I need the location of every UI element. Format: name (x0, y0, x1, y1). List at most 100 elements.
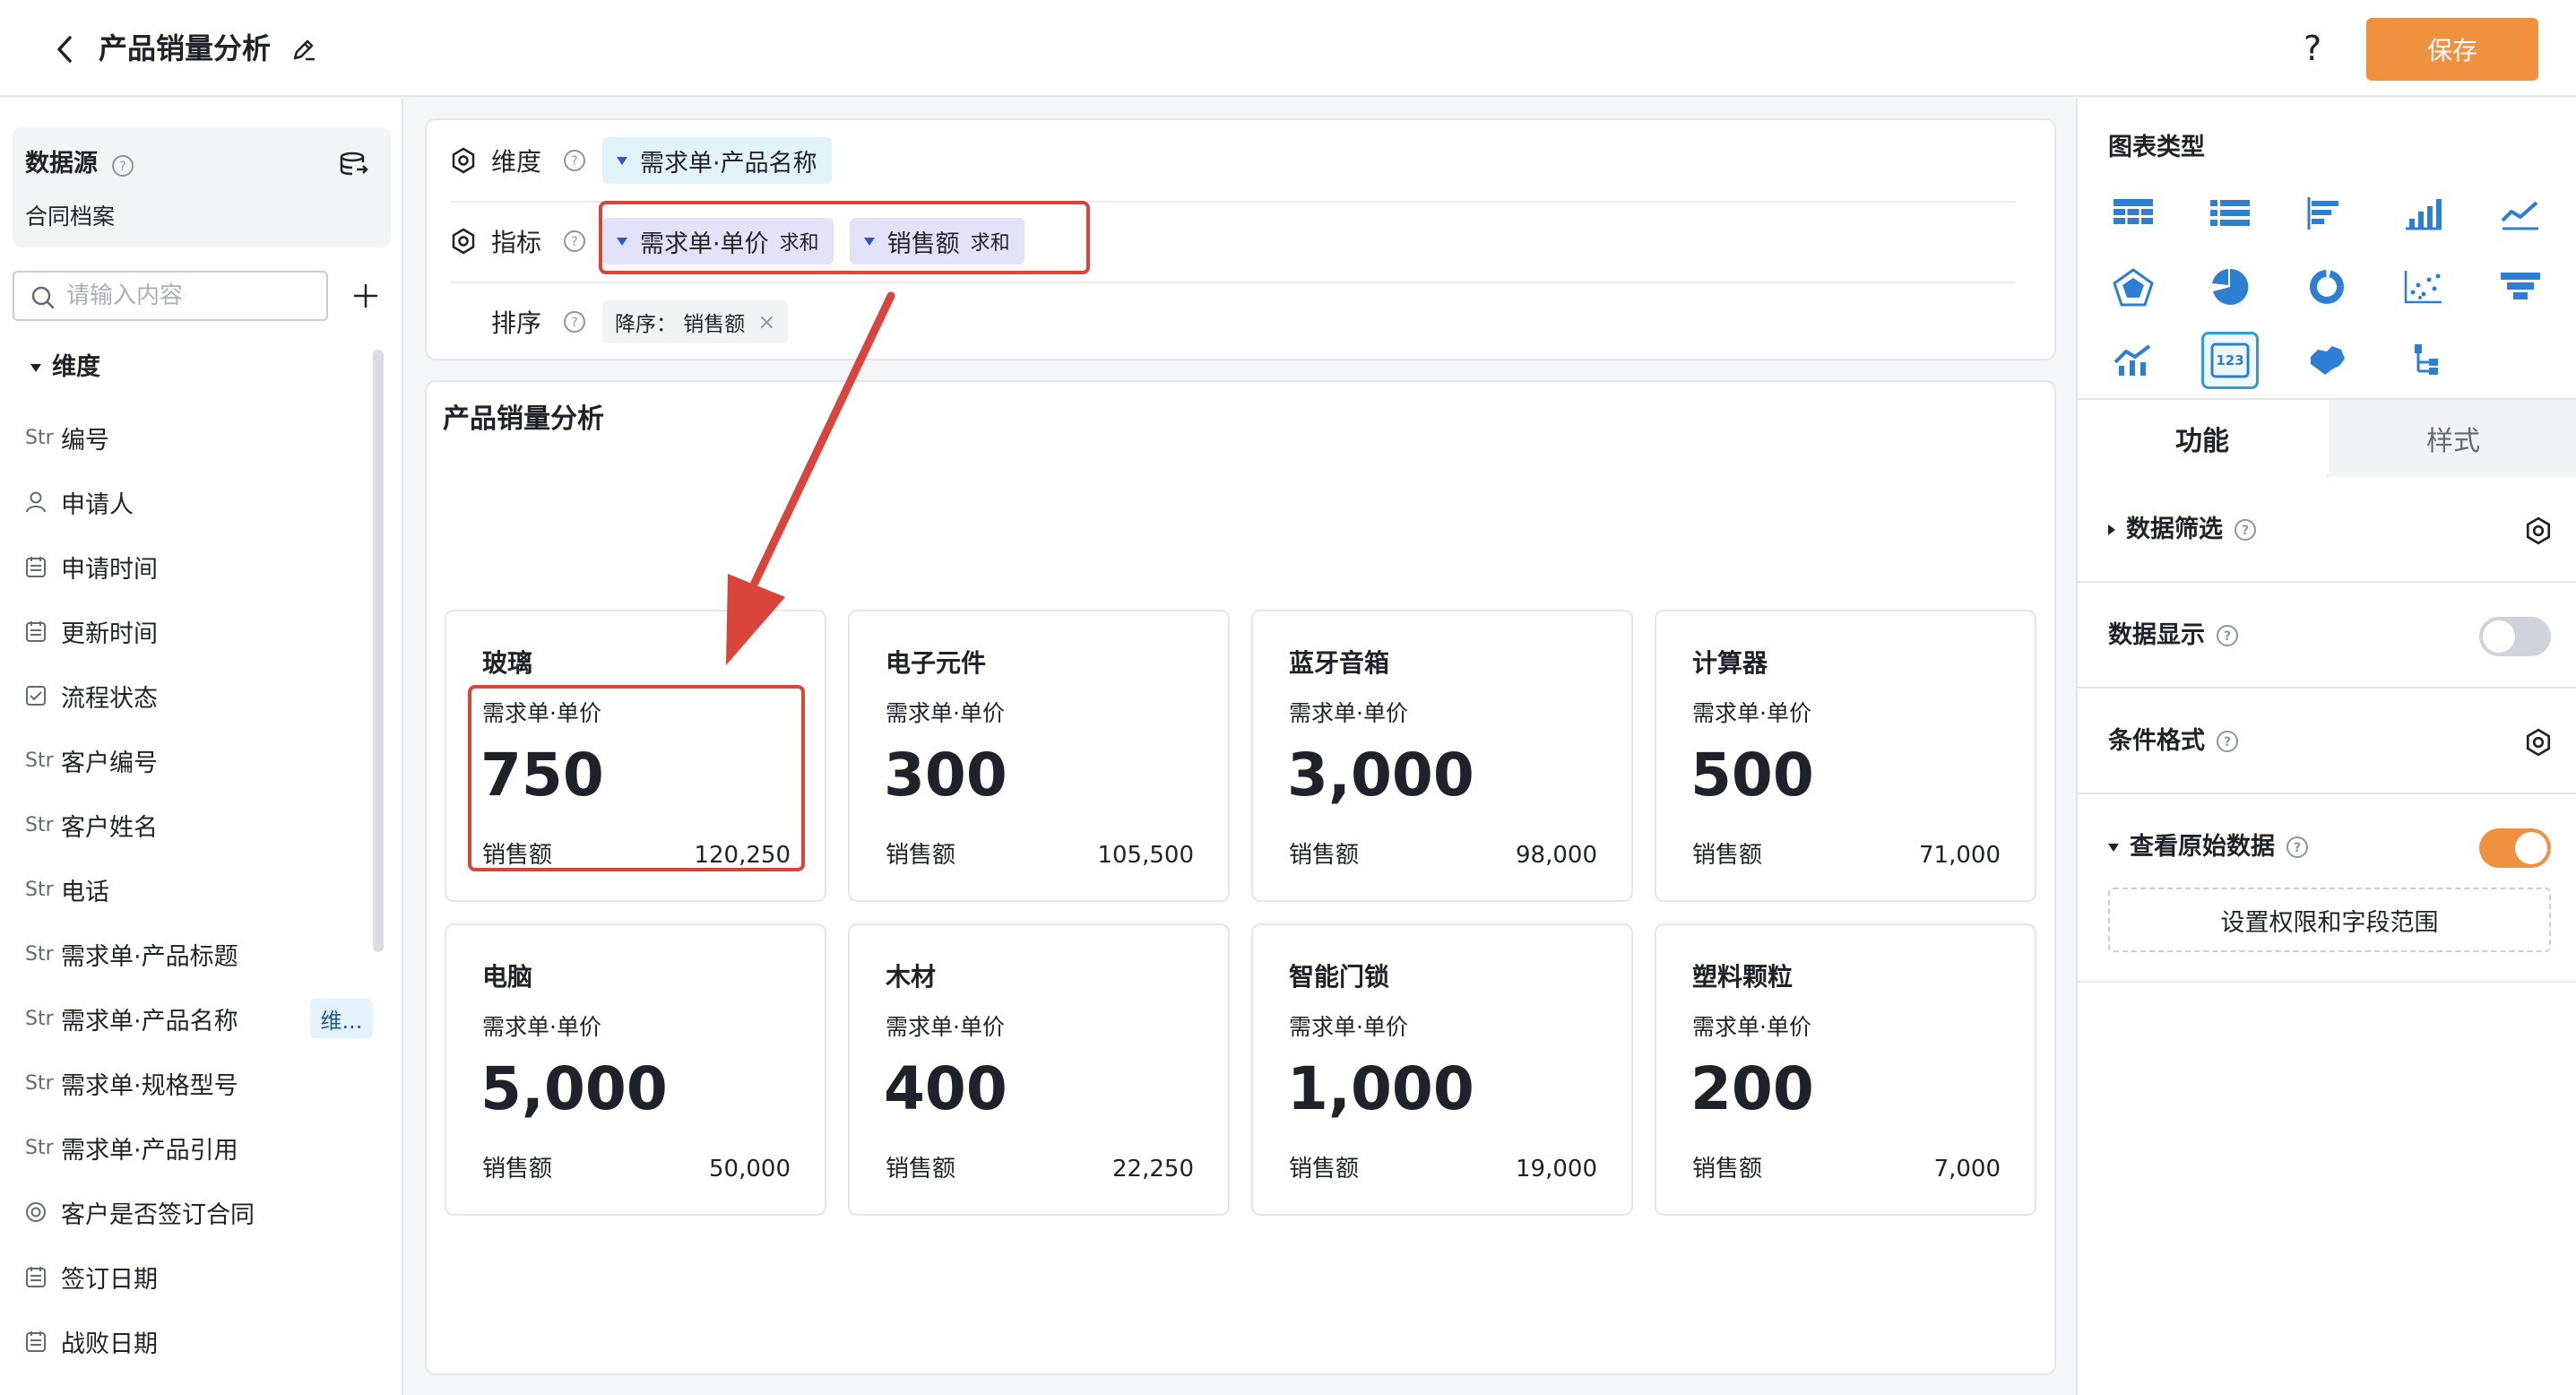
svg-text:?: ? (2294, 841, 2301, 855)
kpi-value: 3,000 (1287, 741, 1474, 810)
table-icon[interactable] (2105, 185, 2162, 242)
kpi-value: 400 (884, 1054, 1007, 1123)
dropdown-caret-icon (617, 237, 627, 246)
svg-text:?: ? (2224, 629, 2231, 644)
pie-icon[interactable] (2201, 258, 2259, 316)
sort-pill[interactable]: 降序： 销售额 × (602, 300, 789, 343)
kpi-secondary-label: 销售额 (482, 1156, 553, 1183)
data-display-label-wrap: 数据显示 ? (2108, 619, 2239, 653)
donut-icon[interactable] (2298, 258, 2356, 316)
setting-conditional-format[interactable]: 条件格式 ? (2078, 689, 2576, 794)
database-switch-icon[interactable] (339, 151, 369, 178)
sort-label: 排序 (491, 308, 542, 338)
field-label: 客户编号 (61, 749, 158, 777)
tab-style[interactable]: 样式 (2329, 400, 2576, 477)
help-circle-icon[interactable]: ? (111, 154, 134, 178)
field-item[interactable]: 流程状态 (25, 663, 366, 728)
datasource-box[interactable]: 数据源 ? 合同档案 (13, 127, 391, 247)
kpi-metric-label: 需求单·单价 (482, 700, 601, 726)
funnel-icon[interactable] (2492, 258, 2549, 316)
help-circle-icon[interactable]: ? (563, 230, 586, 253)
data-display-label: 数据显示 (2108, 621, 2205, 649)
field-item[interactable]: Str 电话 (25, 857, 366, 922)
search-input[interactable] (66, 280, 317, 312)
svg-text:?: ? (571, 154, 577, 169)
kpi-card-name: 电子元件 (886, 648, 987, 678)
field-item[interactable]: Str 客户编号 (25, 728, 366, 793)
field-item[interactable]: Str 需求单·规格型号 (25, 1051, 366, 1115)
help-icon[interactable]: ? (2304, 29, 2321, 68)
metric-pill-sales[interactable]: 销售额 求和 (849, 218, 1024, 264)
line-chart-icon[interactable] (2492, 185, 2549, 242)
svg-text:?: ? (119, 160, 125, 174)
field-list-scrollbar[interactable] (373, 350, 384, 952)
field-item[interactable]: Str 需求单·产品引用 (25, 1115, 366, 1180)
add-field-icon[interactable] (351, 282, 380, 310)
help-circle-icon[interactable]: ? (2216, 730, 2239, 753)
field-item[interactable]: 申请人 (25, 470, 366, 534)
combo-chart-icon[interactable] (2105, 332, 2162, 389)
kpi-card-name: 蓝牙音箱 (1289, 648, 1390, 678)
map-icon[interactable] (2298, 332, 2356, 389)
kpi-card[interactable]: 木材 需求单·单价 400 销售额 22,250 (848, 923, 1230, 1216)
kpi-card[interactable]: 智能门锁 需求单·单价 1,000 销售额 19,000 (1251, 923, 1633, 1216)
sort-pill-label: 降序： 销售额 (615, 313, 746, 336)
kpi-card[interactable]: 计算器 需求单·单价 500 销售额 71,000 (1655, 610, 2036, 902)
kpi-card[interactable]: 蓝牙音箱 需求单·单价 3,000 销售额 98,000 (1251, 610, 1633, 902)
kpi-card-icon[interactable]: 123 (2201, 332, 2259, 389)
help-circle-icon[interactable]: ? (2216, 624, 2239, 647)
help-circle-icon[interactable]: ? (2286, 836, 2309, 859)
kpi-secondary-label: 销售额 (1692, 842, 1763, 869)
dropdown-caret-icon (617, 156, 627, 165)
dimension-group-header[interactable]: 维度 (30, 350, 100, 386)
field-item[interactable]: Str 需求单·产品标题 (25, 922, 366, 986)
settings-gear-icon[interactable] (2524, 728, 2553, 757)
list-icon[interactable] (2201, 185, 2259, 242)
kpi-secondary-label: 销售额 (1289, 842, 1360, 869)
kpi-card[interactable]: 电脑 需求单·单价 5,000 销售额 50,000 (445, 923, 826, 1216)
radar-icon[interactable] (2105, 258, 2162, 316)
help-circle-icon[interactable]: ? (2234, 518, 2257, 542)
edit-pencil-icon[interactable] (290, 36, 317, 63)
dimension-gear-icon (452, 147, 475, 174)
kpi-card[interactable]: 电子元件 需求单·单价 300 销售额 105,500 (848, 610, 1230, 902)
text-type-icon: Str (25, 426, 54, 449)
data-display-toggle[interactable] (2479, 617, 2551, 656)
kpi-secondary-label: 销售额 (1692, 1156, 1763, 1183)
kpi-card[interactable]: 玻璃 需求单·单价 750 销售额 120,250 (445, 610, 826, 902)
calendar-icon (25, 1265, 61, 1288)
save-button[interactable]: 保存 (2366, 18, 2538, 81)
help-circle-icon[interactable]: ? (563, 149, 586, 172)
view-raw-toggle[interactable] (2479, 828, 2551, 868)
field-item[interactable]: 签订日期 (25, 1244, 366, 1309)
help-circle-icon[interactable]: ? (563, 310, 586, 334)
field-item[interactable]: Str 客户姓名 (25, 793, 366, 857)
kpi-secondary-label: 销售额 (1289, 1156, 1360, 1183)
field-label: 客户姓名 (61, 813, 158, 842)
dimension-pill[interactable]: 需求单·产品名称 (602, 137, 832, 184)
calendar-icon (25, 620, 61, 643)
kpi-card[interactable]: 塑料颗粒 需求单·单价 200 销售额 7,000 (1655, 923, 2036, 1216)
tree-icon[interactable] (2395, 332, 2452, 389)
horizontal-bar-icon[interactable] (2298, 185, 2356, 242)
bar-chart-icon[interactable] (2395, 185, 2452, 242)
field-item[interactable]: 更新时间 (25, 599, 366, 663)
setting-data-filter[interactable]: 数据筛选 ? (2078, 477, 2576, 583)
field-item[interactable]: Str 编号 (25, 405, 366, 470)
field-item[interactable]: 客户是否签订合同 (25, 1180, 366, 1244)
svg-text:?: ? (571, 316, 577, 330)
scatter-icon[interactable] (2395, 258, 2452, 316)
kpi-card-name: 智能门锁 (1289, 962, 1390, 992)
permission-scope-button[interactable]: 设置权限和字段范围 (2108, 888, 2551, 952)
metric-pill-unit-price[interactable]: 需求单·单价 求和 (602, 218, 834, 264)
field-item[interactable]: Str 需求单·产品名称 维... (25, 986, 373, 1051)
close-icon[interactable]: × (757, 309, 775, 334)
kpi-card-name: 电脑 (482, 962, 533, 992)
calendar-icon (25, 1330, 61, 1353)
back-arrow-icon[interactable] (52, 34, 79, 65)
settings-gear-icon[interactable] (2524, 516, 2553, 545)
field-list: Str 编号 申请人 申请时间 更新时间 流程状态 Str 客户编号 Str 客户姓名 Str 电话 S… (25, 405, 373, 1373)
field-item[interactable]: 战败日期 (25, 1309, 366, 1373)
tab-function[interactable]: 功能 (2078, 400, 2327, 477)
field-item[interactable]: 申请时间 (25, 534, 366, 599)
